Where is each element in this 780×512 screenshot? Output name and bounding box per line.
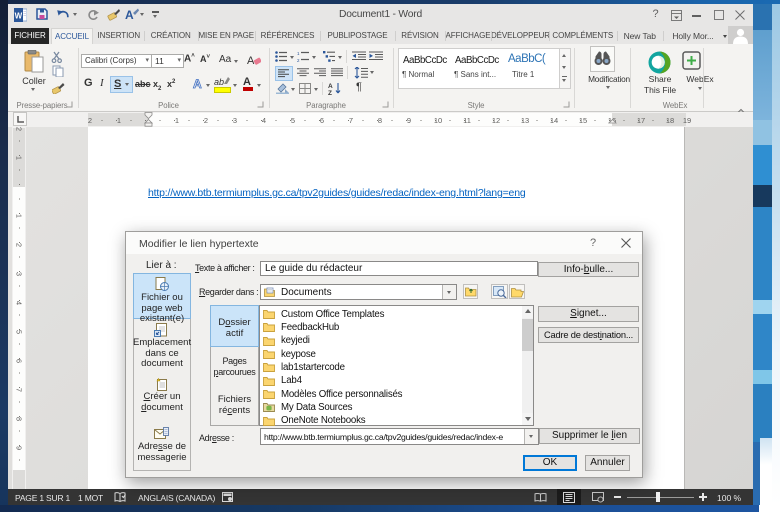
svg-text:A: A — [193, 77, 202, 90]
svg-text:A: A — [328, 83, 333, 90]
svg-text:Z: Z — [328, 90, 332, 95]
svg-text:1: 1 — [297, 51, 300, 56]
svg-text:2: 2 — [297, 58, 300, 62]
